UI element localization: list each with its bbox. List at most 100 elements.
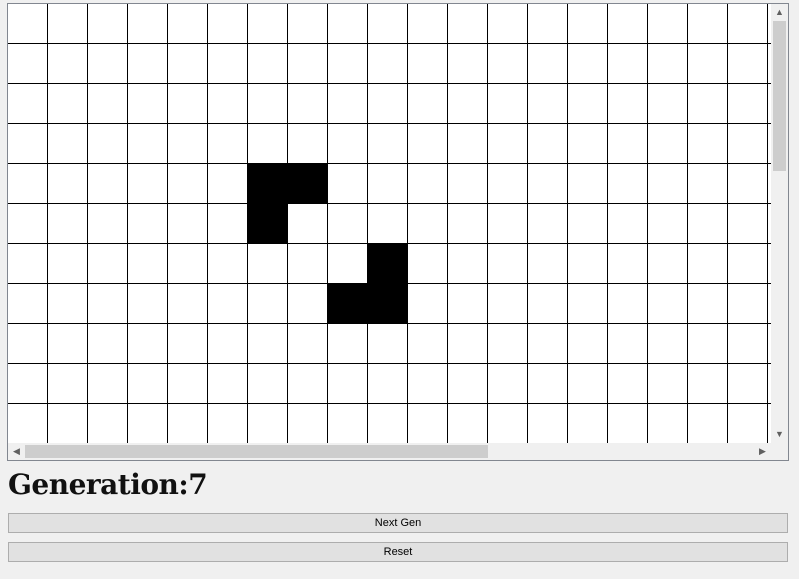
grid-cell[interactable] <box>688 404 728 443</box>
grid-cell[interactable] <box>48 204 88 244</box>
grid-cell[interactable] <box>568 4 608 44</box>
grid-cell[interactable] <box>568 404 608 443</box>
grid-cell[interactable] <box>608 4 648 44</box>
grid-cell[interactable] <box>248 124 288 164</box>
grid-cell[interactable] <box>688 284 728 324</box>
grid-cell[interactable] <box>248 244 288 284</box>
vertical-scroll-thumb[interactable] <box>773 21 786 171</box>
grid-cell-alive[interactable] <box>288 164 328 204</box>
grid-cell[interactable] <box>128 244 168 284</box>
grid-cell[interactable] <box>408 4 448 44</box>
grid-cell[interactable] <box>88 44 128 84</box>
grid-cell-alive[interactable] <box>368 284 408 324</box>
grid-cell[interactable] <box>88 84 128 124</box>
grid-cell[interactable] <box>328 44 368 84</box>
grid-cell[interactable] <box>608 204 648 244</box>
grid-cell[interactable] <box>48 4 88 44</box>
grid-cell[interactable] <box>168 324 208 364</box>
grid-cell[interactable] <box>608 244 648 284</box>
grid-cell[interactable] <box>88 364 128 404</box>
grid-cell[interactable] <box>248 284 288 324</box>
next-gen-button[interactable]: Next Gen <box>8 513 788 533</box>
grid-cell[interactable] <box>448 204 488 244</box>
grid-cell[interactable] <box>448 284 488 324</box>
grid-cell[interactable] <box>48 364 88 404</box>
grid-cell-alive[interactable] <box>368 244 408 284</box>
grid-cell[interactable] <box>368 164 408 204</box>
grid-cell[interactable] <box>688 44 728 84</box>
grid-cell[interactable] <box>168 364 208 404</box>
grid-cell[interactable] <box>568 84 608 124</box>
grid-cell[interactable] <box>328 204 368 244</box>
grid-cell-alive[interactable] <box>328 284 368 324</box>
grid-cell[interactable] <box>528 244 568 284</box>
grid-cell[interactable] <box>448 324 488 364</box>
grid-cell[interactable] <box>408 244 448 284</box>
grid-scroll-area[interactable]: ▲ ▼ ◀ ▶ <box>7 3 789 461</box>
grid-cell[interactable] <box>368 404 408 443</box>
grid-cell[interactable] <box>648 364 688 404</box>
grid-cell[interactable] <box>728 324 768 364</box>
grid-cell[interactable] <box>488 324 528 364</box>
grid-cell[interactable] <box>408 124 448 164</box>
grid-cell[interactable] <box>488 4 528 44</box>
grid-cell[interactable] <box>528 364 568 404</box>
grid-cell[interactable] <box>168 404 208 443</box>
grid-cell[interactable] <box>208 324 248 364</box>
grid-cell[interactable] <box>168 124 208 164</box>
grid-cell[interactable] <box>208 44 248 84</box>
grid-cell[interactable] <box>528 4 568 44</box>
grid-cell[interactable] <box>408 284 448 324</box>
grid-cell[interactable] <box>488 244 528 284</box>
grid-cell[interactable] <box>288 364 328 404</box>
grid-cell[interactable] <box>448 4 488 44</box>
grid-cell[interactable] <box>728 284 768 324</box>
grid-cell[interactable] <box>728 124 768 164</box>
grid-cell[interactable] <box>328 164 368 204</box>
grid-cell[interactable] <box>408 84 448 124</box>
grid-cell[interactable] <box>168 84 208 124</box>
grid-cell[interactable] <box>528 324 568 364</box>
life-grid[interactable] <box>8 4 771 443</box>
grid-cell[interactable] <box>8 404 48 443</box>
grid-cell[interactable] <box>408 44 448 84</box>
grid-cell[interactable] <box>128 124 168 164</box>
grid-cell[interactable] <box>608 124 648 164</box>
grid-cell[interactable] <box>208 364 248 404</box>
grid-cell[interactable] <box>368 4 408 44</box>
grid-cell[interactable] <box>368 84 408 124</box>
grid-cell[interactable] <box>568 204 608 244</box>
grid-cell[interactable] <box>368 124 408 164</box>
grid-cell[interactable] <box>48 244 88 284</box>
grid-cell[interactable] <box>608 364 648 404</box>
grid-cell[interactable] <box>608 164 648 204</box>
vertical-scrollbar[interactable]: ▲ ▼ <box>771 4 788 443</box>
grid-cell[interactable] <box>8 124 48 164</box>
grid-cell[interactable] <box>48 164 88 204</box>
grid-cell[interactable] <box>168 164 208 204</box>
grid-cell[interactable] <box>208 404 248 443</box>
grid-cell[interactable] <box>368 44 408 84</box>
grid-cell[interactable] <box>8 84 48 124</box>
grid-cell[interactable] <box>528 204 568 244</box>
grid-cell[interactable] <box>288 124 328 164</box>
grid-cell[interactable] <box>208 204 248 244</box>
grid-cell-alive[interactable] <box>248 164 288 204</box>
grid-cell[interactable] <box>488 364 528 404</box>
grid-cell[interactable] <box>488 284 528 324</box>
grid-cell[interactable] <box>448 364 488 404</box>
grid-cell[interactable] <box>288 324 328 364</box>
grid-cell[interactable] <box>568 164 608 204</box>
reset-button[interactable]: Reset <box>8 542 788 562</box>
grid-cell[interactable] <box>648 204 688 244</box>
grid-cell[interactable] <box>368 324 408 364</box>
horizontal-scroll-thumb[interactable] <box>25 445 488 458</box>
grid-cell[interactable] <box>728 404 768 443</box>
grid-cell[interactable] <box>408 164 448 204</box>
grid-cell[interactable] <box>528 44 568 84</box>
grid-cell[interactable] <box>8 44 48 84</box>
scroll-up-icon[interactable]: ▲ <box>771 4 788 21</box>
grid-cell[interactable] <box>88 124 128 164</box>
grid-cell[interactable] <box>288 284 328 324</box>
grid-cell[interactable] <box>248 404 288 443</box>
